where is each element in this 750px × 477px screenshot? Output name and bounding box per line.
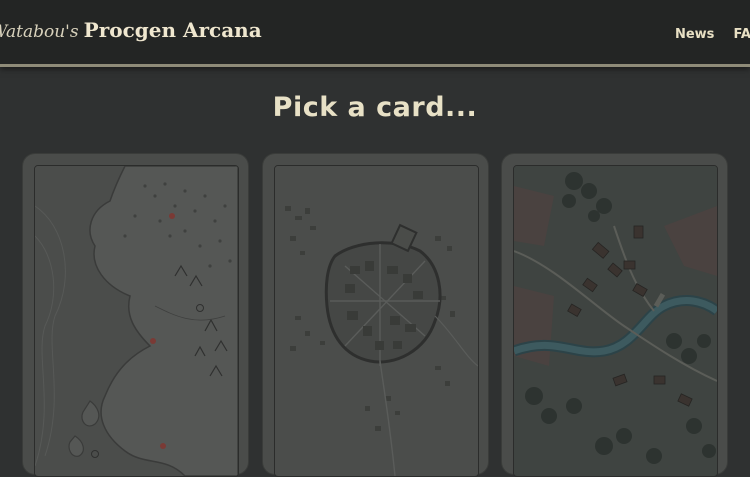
site-header: Watabou's Procgen Arcana News FAQ bbox=[0, 0, 750, 67]
map-card-region[interactable] bbox=[23, 154, 248, 477]
nav-link-news[interactable]: News bbox=[675, 27, 714, 42]
site-logo[interactable]: Watabou's Procgen Arcana bbox=[0, 18, 262, 42]
main-nav: News FAQ bbox=[661, 23, 750, 42]
page-heading: Pick a card... bbox=[272, 92, 478, 123]
nav-link-faq[interactable]: FAQ bbox=[733, 27, 750, 42]
village-map-icon bbox=[513, 165, 718, 477]
coastal-map-icon bbox=[34, 165, 239, 477]
brand-owner: Watabou's bbox=[0, 22, 79, 42]
city-map-icon bbox=[274, 165, 479, 477]
brand-name: Procgen Arcana bbox=[83, 18, 262, 42]
map-card-village[interactable] bbox=[502, 154, 727, 477]
map-card-city[interactable] bbox=[263, 154, 488, 477]
